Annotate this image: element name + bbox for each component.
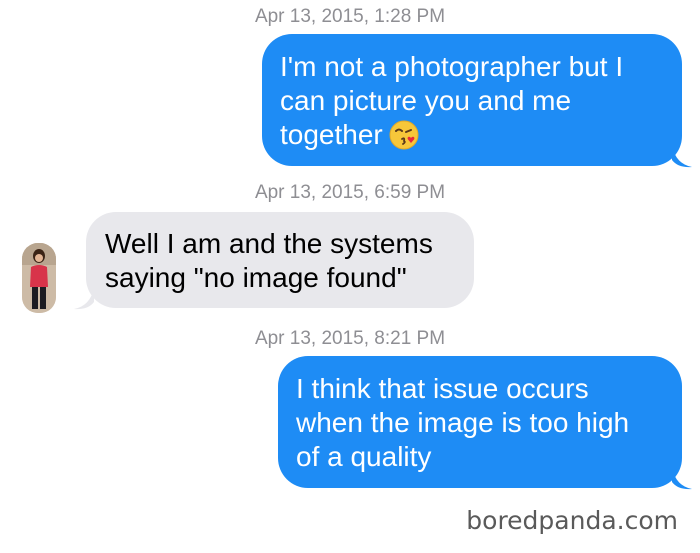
outgoing-message-bubble[interactable]: I think that issue occurs when the image… <box>278 356 682 488</box>
incoming-message-bubble[interactable]: Well I am and the systems saying "no ima… <box>86 212 474 308</box>
message-text-line: of a quality <box>296 441 432 472</box>
message-text-line: can picture you and me <box>280 85 572 116</box>
contact-photo <box>22 243 56 313</box>
message-text-line: Well I am and the systems <box>105 228 433 259</box>
bubble-tail <box>672 468 692 490</box>
message-text-line: together <box>280 118 682 152</box>
message-text-line: saying "no image found" <box>105 262 407 293</box>
kissing-face-emoji <box>389 120 419 150</box>
message-timestamp: Apr 13, 2015, 8:21 PM <box>254 328 446 349</box>
message-timestamp: Apr 13, 2015, 6:59 PM <box>254 182 446 203</box>
message-text-line: I think that issue occurs <box>296 373 589 404</box>
contact-avatar[interactable] <box>22 243 56 313</box>
message-text-line: I'm not a photographer but I <box>280 51 624 82</box>
bubble-tail <box>672 146 692 168</box>
message-text-line: when the image is too high <box>296 407 630 438</box>
bubble-tail <box>74 288 94 310</box>
message-timestamp: Apr 13, 2015, 1:28 PM <box>254 6 446 27</box>
outgoing-message-bubble[interactable]: I'm not a photographer but I can picture… <box>262 34 682 166</box>
watermark: boredpanda.com <box>466 506 678 535</box>
